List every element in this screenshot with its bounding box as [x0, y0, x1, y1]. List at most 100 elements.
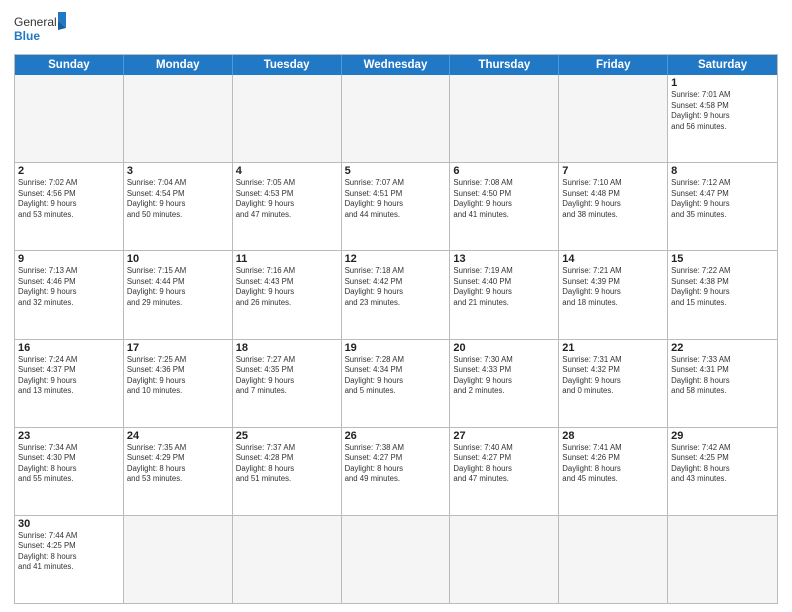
cell-text: Sunrise: 7:13 AM Sunset: 4:46 PM Dayligh… — [18, 266, 120, 308]
day-number: 21 — [562, 342, 664, 354]
day-cell-25: 25Sunrise: 7:37 AM Sunset: 4:28 PM Dayli… — [233, 428, 342, 515]
day-cell-27: 27Sunrise: 7:40 AM Sunset: 4:27 PM Dayli… — [450, 428, 559, 515]
calendar-header: SundayMondayTuesdayWednesdayThursdayFrid… — [15, 55, 777, 75]
day-number: 19 — [345, 342, 447, 354]
calendar-row-0: 1Sunrise: 7:01 AM Sunset: 4:58 PM Daylig… — [15, 75, 777, 162]
day-cell-28: 28Sunrise: 7:41 AM Sunset: 4:26 PM Dayli… — [559, 428, 668, 515]
day-cell-22: 22Sunrise: 7:33 AM Sunset: 4:31 PM Dayli… — [668, 340, 777, 427]
cell-text: Sunrise: 7:08 AM Sunset: 4:50 PM Dayligh… — [453, 178, 555, 220]
day-cell-20: 20Sunrise: 7:30 AM Sunset: 4:33 PM Dayli… — [450, 340, 559, 427]
day-number: 8 — [671, 165, 774, 177]
calendar: SundayMondayTuesdayWednesdayThursdayFrid… — [14, 54, 778, 604]
day-cell-24: 24Sunrise: 7:35 AM Sunset: 4:29 PM Dayli… — [124, 428, 233, 515]
day-number: 16 — [18, 342, 120, 354]
header-day-tuesday: Tuesday — [233, 55, 342, 75]
cell-text: Sunrise: 7:44 AM Sunset: 4:25 PM Dayligh… — [18, 531, 120, 573]
day-cell-29: 29Sunrise: 7:42 AM Sunset: 4:25 PM Dayli… — [668, 428, 777, 515]
cell-text: Sunrise: 7:19 AM Sunset: 4:40 PM Dayligh… — [453, 266, 555, 308]
day-number: 1 — [671, 77, 774, 89]
day-number: 29 — [671, 430, 774, 442]
day-number: 6 — [453, 165, 555, 177]
day-cell-10: 10Sunrise: 7:15 AM Sunset: 4:44 PM Dayli… — [124, 251, 233, 338]
day-cell-5: 5Sunrise: 7:07 AM Sunset: 4:51 PM Daylig… — [342, 163, 451, 250]
day-cell-12: 12Sunrise: 7:18 AM Sunset: 4:42 PM Dayli… — [342, 251, 451, 338]
day-cell-19: 19Sunrise: 7:28 AM Sunset: 4:34 PM Dayli… — [342, 340, 451, 427]
cell-text: Sunrise: 7:38 AM Sunset: 4:27 PM Dayligh… — [345, 443, 447, 485]
cell-text: Sunrise: 7:42 AM Sunset: 4:25 PM Dayligh… — [671, 443, 774, 485]
empty-cell — [124, 75, 233, 162]
header-day-thursday: Thursday — [450, 55, 559, 75]
calendar-row-2: 9Sunrise: 7:13 AM Sunset: 4:46 PM Daylig… — [15, 250, 777, 338]
header-day-monday: Monday — [124, 55, 233, 75]
logo-svg: General Blue — [14, 10, 66, 48]
cell-text: Sunrise: 7:28 AM Sunset: 4:34 PM Dayligh… — [345, 355, 447, 397]
header-day-wednesday: Wednesday — [342, 55, 451, 75]
cell-text: Sunrise: 7:07 AM Sunset: 4:51 PM Dayligh… — [345, 178, 447, 220]
cell-text: Sunrise: 7:05 AM Sunset: 4:53 PM Dayligh… — [236, 178, 338, 220]
day-number: 10 — [127, 253, 229, 265]
header-day-saturday: Saturday — [668, 55, 777, 75]
calendar-row-3: 16Sunrise: 7:24 AM Sunset: 4:37 PM Dayli… — [15, 339, 777, 427]
cell-text: Sunrise: 7:21 AM Sunset: 4:39 PM Dayligh… — [562, 266, 664, 308]
day-cell-23: 23Sunrise: 7:34 AM Sunset: 4:30 PM Dayli… — [15, 428, 124, 515]
cell-text: Sunrise: 7:18 AM Sunset: 4:42 PM Dayligh… — [345, 266, 447, 308]
day-number: 2 — [18, 165, 120, 177]
empty-cell — [668, 516, 777, 603]
empty-cell — [450, 75, 559, 162]
cell-text: Sunrise: 7:27 AM Sunset: 4:35 PM Dayligh… — [236, 355, 338, 397]
day-number: 15 — [671, 253, 774, 265]
cell-text: Sunrise: 7:16 AM Sunset: 4:43 PM Dayligh… — [236, 266, 338, 308]
header: General Blue — [14, 10, 778, 48]
empty-cell — [342, 75, 451, 162]
cell-text: Sunrise: 7:10 AM Sunset: 4:48 PM Dayligh… — [562, 178, 664, 220]
day-number: 17 — [127, 342, 229, 354]
day-cell-8: 8Sunrise: 7:12 AM Sunset: 4:47 PM Daylig… — [668, 163, 777, 250]
cell-text: Sunrise: 7:34 AM Sunset: 4:30 PM Dayligh… — [18, 443, 120, 485]
cell-text: Sunrise: 7:24 AM Sunset: 4:37 PM Dayligh… — [18, 355, 120, 397]
cell-text: Sunrise: 7:12 AM Sunset: 4:47 PM Dayligh… — [671, 178, 774, 220]
empty-cell — [450, 516, 559, 603]
empty-cell — [233, 516, 342, 603]
cell-text: Sunrise: 7:41 AM Sunset: 4:26 PM Dayligh… — [562, 443, 664, 485]
day-cell-26: 26Sunrise: 7:38 AM Sunset: 4:27 PM Dayli… — [342, 428, 451, 515]
day-number: 23 — [18, 430, 120, 442]
header-day-sunday: Sunday — [15, 55, 124, 75]
calendar-row-4: 23Sunrise: 7:34 AM Sunset: 4:30 PM Dayli… — [15, 427, 777, 515]
day-number: 18 — [236, 342, 338, 354]
cell-text: Sunrise: 7:02 AM Sunset: 4:56 PM Dayligh… — [18, 178, 120, 220]
day-cell-16: 16Sunrise: 7:24 AM Sunset: 4:37 PM Dayli… — [15, 340, 124, 427]
cell-text: Sunrise: 7:15 AM Sunset: 4:44 PM Dayligh… — [127, 266, 229, 308]
page: General Blue SundayMondayTuesdayWednesda… — [0, 0, 792, 612]
calendar-row-5: 30Sunrise: 7:44 AM Sunset: 4:25 PM Dayli… — [15, 515, 777, 603]
day-cell-11: 11Sunrise: 7:16 AM Sunset: 4:43 PM Dayli… — [233, 251, 342, 338]
calendar-body: 1Sunrise: 7:01 AM Sunset: 4:58 PM Daylig… — [15, 75, 777, 603]
empty-cell — [559, 75, 668, 162]
cell-text: Sunrise: 7:31 AM Sunset: 4:32 PM Dayligh… — [562, 355, 664, 397]
cell-text: Sunrise: 7:37 AM Sunset: 4:28 PM Dayligh… — [236, 443, 338, 485]
empty-cell — [233, 75, 342, 162]
day-number: 27 — [453, 430, 555, 442]
day-number: 7 — [562, 165, 664, 177]
day-cell-18: 18Sunrise: 7:27 AM Sunset: 4:35 PM Dayli… — [233, 340, 342, 427]
day-cell-6: 6Sunrise: 7:08 AM Sunset: 4:50 PM Daylig… — [450, 163, 559, 250]
day-cell-30: 30Sunrise: 7:44 AM Sunset: 4:25 PM Dayli… — [15, 516, 124, 603]
day-cell-14: 14Sunrise: 7:21 AM Sunset: 4:39 PM Dayli… — [559, 251, 668, 338]
day-cell-21: 21Sunrise: 7:31 AM Sunset: 4:32 PM Dayli… — [559, 340, 668, 427]
day-cell-3: 3Sunrise: 7:04 AM Sunset: 4:54 PM Daylig… — [124, 163, 233, 250]
day-cell-4: 4Sunrise: 7:05 AM Sunset: 4:53 PM Daylig… — [233, 163, 342, 250]
logo: General Blue — [14, 10, 66, 48]
day-number: 26 — [345, 430, 447, 442]
day-cell-7: 7Sunrise: 7:10 AM Sunset: 4:48 PM Daylig… — [559, 163, 668, 250]
day-cell-17: 17Sunrise: 7:25 AM Sunset: 4:36 PM Dayli… — [124, 340, 233, 427]
day-cell-9: 9Sunrise: 7:13 AM Sunset: 4:46 PM Daylig… — [15, 251, 124, 338]
cell-text: Sunrise: 7:04 AM Sunset: 4:54 PM Dayligh… — [127, 178, 229, 220]
cell-text: Sunrise: 7:25 AM Sunset: 4:36 PM Dayligh… — [127, 355, 229, 397]
svg-text:Blue: Blue — [14, 29, 40, 43]
day-number: 11 — [236, 253, 338, 265]
cell-text: Sunrise: 7:35 AM Sunset: 4:29 PM Dayligh… — [127, 443, 229, 485]
day-cell-2: 2Sunrise: 7:02 AM Sunset: 4:56 PM Daylig… — [15, 163, 124, 250]
day-cell-1: 1Sunrise: 7:01 AM Sunset: 4:58 PM Daylig… — [668, 75, 777, 162]
cell-text: Sunrise: 7:01 AM Sunset: 4:58 PM Dayligh… — [671, 90, 774, 132]
cell-text: Sunrise: 7:22 AM Sunset: 4:38 PM Dayligh… — [671, 266, 774, 308]
day-number: 5 — [345, 165, 447, 177]
